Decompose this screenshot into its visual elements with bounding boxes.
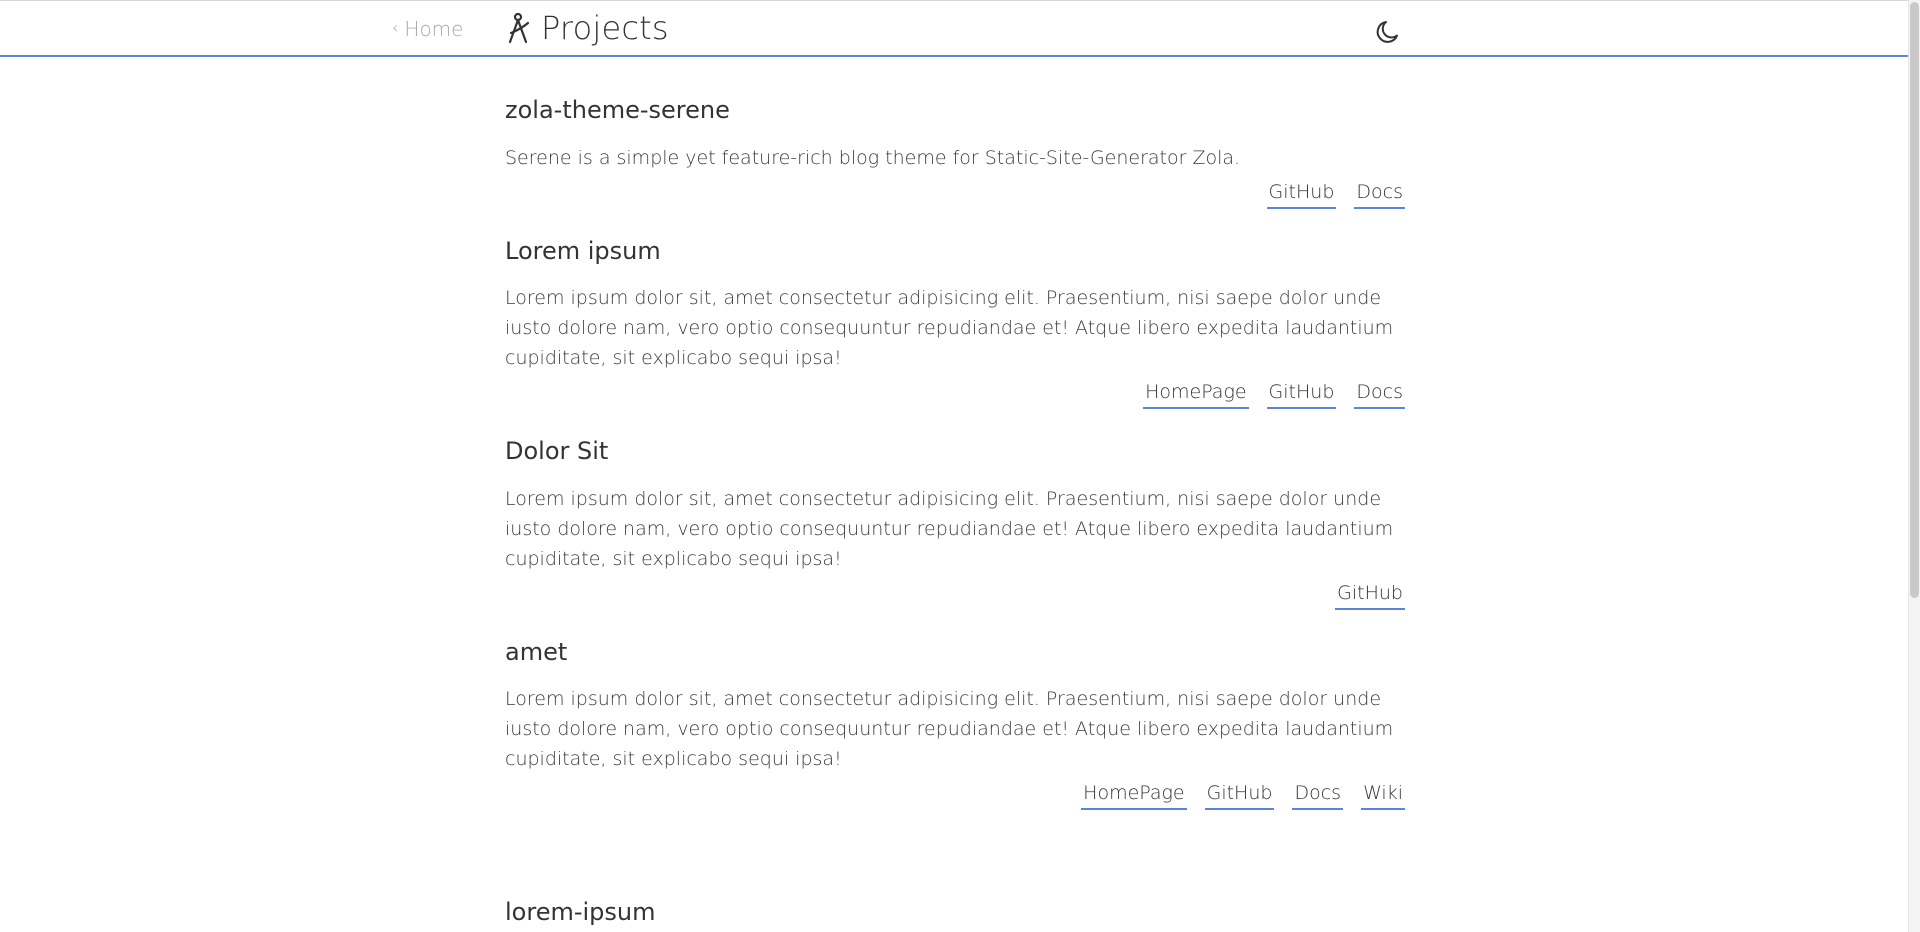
project-title-partial: lorem-ipsum xyxy=(505,898,656,926)
project-links: HomePage GitHub Docs Wiki xyxy=(505,782,1405,811)
project-title: Dolor Sit xyxy=(505,437,609,466)
project-links: GitHub xyxy=(505,582,1405,610)
top-navigation-bar: ‹ Home Projects xyxy=(0,0,1908,57)
page-title: Projects xyxy=(505,9,669,47)
project-links: HomePage GitHub Docs xyxy=(505,381,1405,410)
project-item: Dolor Sit Lorem ipsum dolor sit, amet co… xyxy=(505,437,1405,610)
theme-toggle-button[interactable] xyxy=(1375,17,1405,47)
project-description: Serene is a simple yet feature-rich blog… xyxy=(505,146,1241,169)
project-link-docs[interactable]: Docs xyxy=(1292,782,1344,811)
project-link-github[interactable]: GitHub xyxy=(1266,181,1337,209)
chevron-left-icon: ‹ xyxy=(392,18,399,37)
project-title: Lorem ipsum xyxy=(505,236,661,265)
project-item: Lorem ipsum Lorem ipsum dolor sit, amet … xyxy=(505,237,1405,410)
vertical-scrollbar[interactable] xyxy=(1908,0,1920,932)
project-link-github[interactable]: GitHub xyxy=(1335,582,1405,610)
project-link-docs[interactable]: Docs xyxy=(1354,181,1405,209)
project-description: Lorem ipsum dolor sit, amet consectetur … xyxy=(505,688,1394,771)
project-item: zola-theme-serene Serene is a simple yet… xyxy=(505,96,1405,209)
page-title-text: Projects xyxy=(541,9,669,47)
project-link-github[interactable]: GitHub xyxy=(1204,782,1275,811)
project-item: amet Lorem ipsum dolor sit, amet consect… xyxy=(505,638,1405,811)
back-home-link[interactable]: ‹ Home xyxy=(392,17,463,41)
moon-icon xyxy=(1375,18,1405,46)
project-title: zola-theme-serene xyxy=(505,96,730,124)
project-title: amet xyxy=(505,637,568,666)
compass-icon xyxy=(505,11,537,45)
project-link-wiki[interactable]: Wiki xyxy=(1361,782,1405,811)
project-link-homepage[interactable]: HomePage xyxy=(1081,782,1187,811)
project-description: Lorem ipsum dolor sit, amet consectetur … xyxy=(505,487,1394,570)
projects-list: zola-theme-serene Serene is a simple yet… xyxy=(505,96,1405,838)
project-link-homepage[interactable]: HomePage xyxy=(1143,381,1249,410)
scrollbar-thumb[interactable] xyxy=(1910,2,1919,598)
project-link-docs[interactable]: Docs xyxy=(1354,381,1405,410)
project-description: Lorem ipsum dolor sit, amet consectetur … xyxy=(505,287,1394,370)
project-link-github[interactable]: GitHub xyxy=(1266,381,1337,410)
back-home-label: Home xyxy=(404,17,464,41)
project-links: GitHub Docs xyxy=(505,181,1405,209)
